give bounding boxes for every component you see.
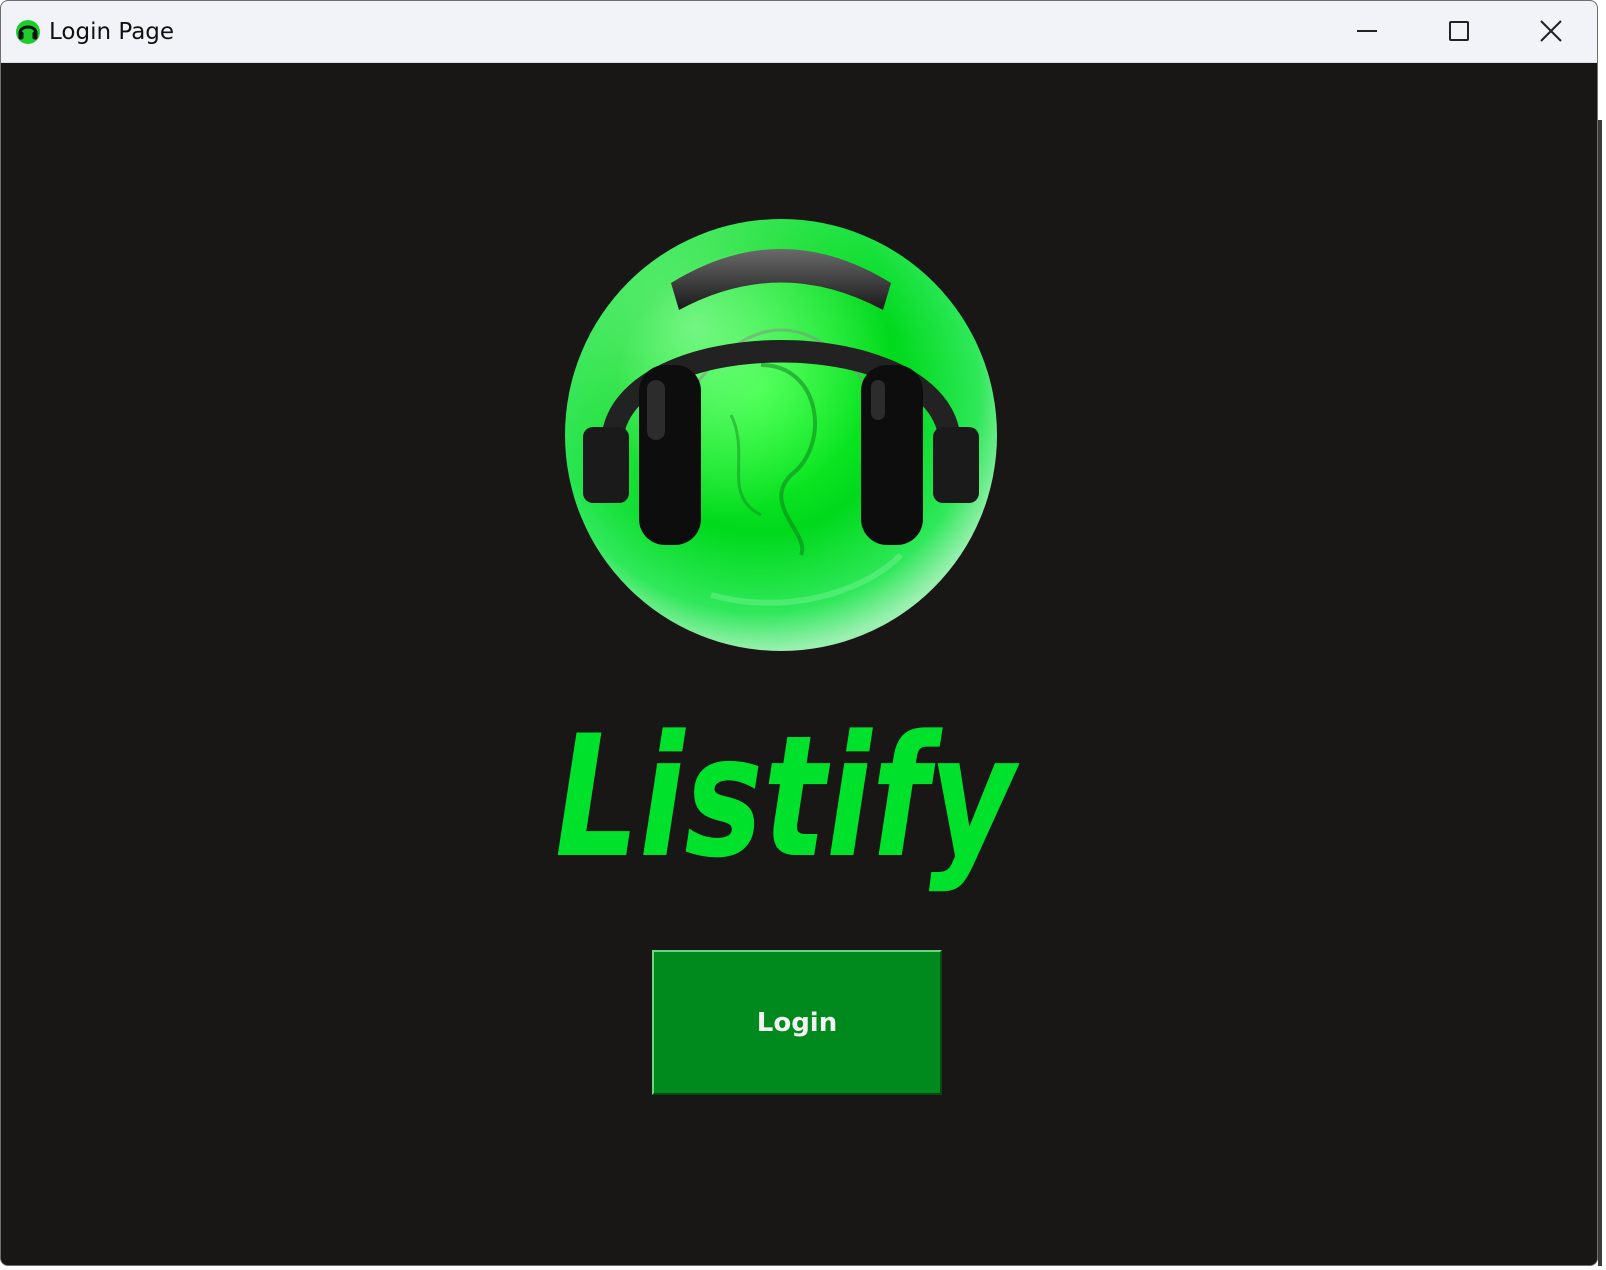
- minimize-icon: [1357, 30, 1377, 32]
- brand-name: Listify: [555, 699, 1020, 895]
- headphones-app-icon: [16, 20, 40, 44]
- window-shadow: [1598, 120, 1602, 1266]
- title-bar[interactable]: Login Page: [1, 1, 1597, 63]
- close-icon: [1540, 20, 1562, 42]
- headphones-logo-icon: [565, 219, 997, 651]
- app-window: Login Page Listify Login: [0, 0, 1598, 1266]
- minimize-button[interactable]: [1321, 1, 1413, 61]
- maximize-icon: [1449, 21, 1469, 41]
- window-title: Login Page: [49, 19, 175, 45]
- brand-wordmark: Listify: [555, 699, 1020, 895]
- login-content: Listify Login: [1, 63, 1597, 1265]
- maximize-button[interactable]: [1413, 1, 1505, 61]
- desktop-bottom-edge: [0, 1266, 1606, 1270]
- close-button[interactable]: [1505, 1, 1597, 61]
- login-button[interactable]: Login: [652, 950, 942, 1095]
